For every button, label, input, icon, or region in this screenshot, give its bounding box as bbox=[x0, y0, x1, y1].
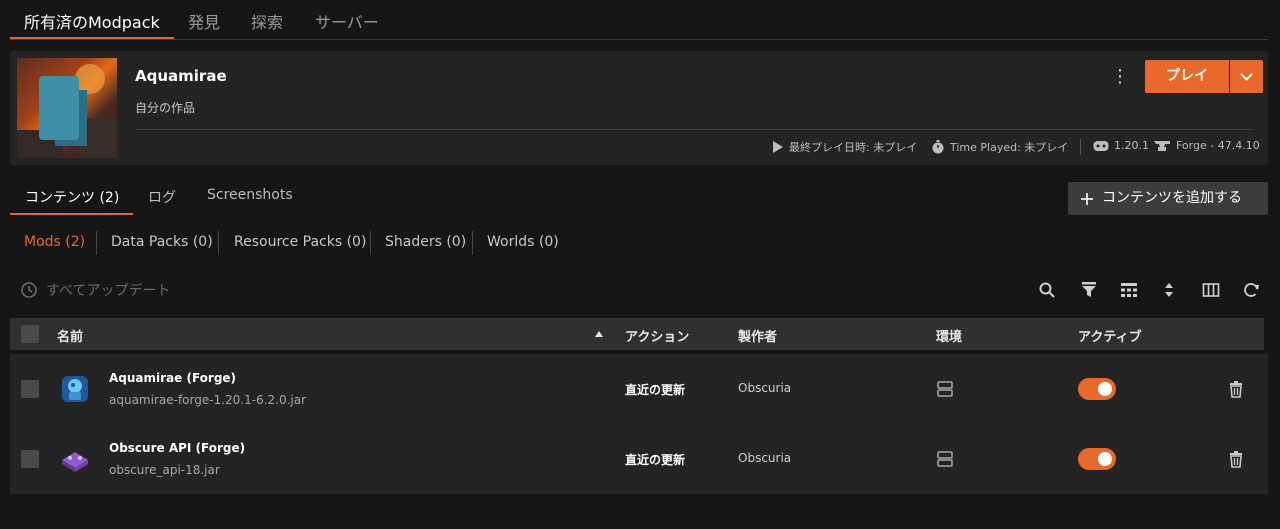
toggle-knob bbox=[1098, 382, 1112, 396]
mod-filename: aquamirae-forge-1.20.1-6.2.0.jar bbox=[109, 393, 307, 407]
row-checkbox[interactable] bbox=[21, 380, 39, 398]
filter-data-packs[interactable]: Data Packs (0) bbox=[111, 234, 213, 250]
trash-icon[interactable] bbox=[1227, 450, 1245, 468]
top-nav: 所有済のModpack 発見 探索 サーバー bbox=[10, 0, 1268, 40]
table-header: 名前 アクション 製作者 環境 アクティブ bbox=[10, 318, 1264, 350]
filter-separator bbox=[96, 231, 97, 255]
thumbnail-figure bbox=[39, 76, 79, 140]
column-env: 環境 bbox=[936, 330, 963, 345]
active-toggle[interactable] bbox=[1078, 378, 1116, 400]
time-played: Time Played: 未プレイ bbox=[931, 139, 1068, 155]
last-played: 最終プレイ日時: 未プレイ bbox=[772, 139, 917, 155]
tab-discover[interactable]: 発見 bbox=[188, 9, 220, 33]
select-all-checkbox[interactable] bbox=[21, 325, 39, 343]
history-icon bbox=[21, 282, 37, 298]
play-dropdown-button[interactable] bbox=[1230, 60, 1263, 93]
content-tab-underline bbox=[10, 213, 133, 215]
density-icon[interactable] bbox=[1120, 281, 1138, 299]
toggle-knob bbox=[1098, 452, 1112, 466]
mod-action[interactable]: 直近の更新 bbox=[625, 381, 685, 398]
loader-version: Forge - 47.4.10 bbox=[1153, 139, 1260, 152]
tab-explore[interactable]: 探索 bbox=[251, 9, 283, 33]
time-played-text: Time Played: 未プレイ bbox=[950, 141, 1069, 154]
modpack-header: Aquamirae 自分の作品 ⋮ プレイ 最終プレイ日時: 未プレイ Time… bbox=[10, 51, 1268, 165]
table-row[interactable]: Aquamirae (Forge) aquamirae-forge-1.20.1… bbox=[10, 354, 1268, 424]
search-icon[interactable] bbox=[1038, 281, 1056, 299]
loader-version-text: Forge - 47.4.10 bbox=[1176, 139, 1260, 152]
last-played-text: 最終プレイ日時: 未プレイ bbox=[789, 141, 918, 154]
tab-owned-modpacks[interactable]: 所有済のModpack bbox=[24, 9, 160, 33]
play-button[interactable]: プレイ bbox=[1145, 60, 1229, 93]
mod-name[interactable]: Obscure API (Forge) bbox=[109, 441, 245, 455]
add-content-button[interactable]: コンテンツを追加する bbox=[1068, 182, 1268, 215]
mod-author: Obscuria bbox=[738, 381, 792, 395]
sort-asc-icon[interactable] bbox=[595, 331, 603, 337]
column-author[interactable]: 製作者 bbox=[738, 326, 777, 345]
refresh-icon[interactable] bbox=[1242, 281, 1260, 299]
plus-icon bbox=[1081, 192, 1093, 205]
more-options-icon[interactable]: ⋮ bbox=[1110, 65, 1130, 89]
active-toggle[interactable] bbox=[1078, 448, 1116, 470]
thumbnail-fire bbox=[75, 64, 105, 94]
chevron-down-icon bbox=[1240, 73, 1253, 81]
tab-logs[interactable]: ログ bbox=[148, 187, 176, 207]
anvil-icon bbox=[1154, 140, 1170, 151]
tab-underline bbox=[10, 37, 174, 39]
tab-contents[interactable]: コンテンツ (2) bbox=[25, 187, 119, 207]
stopwatch-icon bbox=[932, 140, 944, 154]
column-active: アクティブ bbox=[1078, 330, 1142, 345]
sort-icon[interactable] bbox=[1160, 281, 1178, 299]
table-row[interactable]: Obscure API (Forge) obscure_api-18.jar 直… bbox=[10, 424, 1268, 494]
column-name[interactable]: 名前 bbox=[57, 326, 83, 345]
modpack-title: Aquamirae bbox=[135, 67, 227, 85]
trash-icon[interactable] bbox=[1227, 380, 1245, 398]
meta-separator bbox=[1080, 139, 1081, 155]
game-version: 1.20.1 bbox=[1093, 139, 1149, 152]
modpack-thumbnail bbox=[17, 58, 117, 158]
row-checkbox[interactable] bbox=[21, 450, 39, 468]
server-icon bbox=[937, 381, 953, 397]
mod-name[interactable]: Aquamirae (Forge) bbox=[109, 371, 236, 385]
add-content-label: コンテンツを追加する bbox=[1102, 190, 1242, 206]
filter-shaders[interactable]: Shaders (0) bbox=[385, 234, 466, 250]
update-all-button[interactable]: すべてアップデート bbox=[20, 280, 170, 300]
filter-worlds[interactable]: Worlds (0) bbox=[487, 234, 559, 250]
filter-separator bbox=[218, 231, 219, 255]
filter-mods[interactable]: Mods (2) bbox=[24, 234, 85, 250]
header-divider bbox=[135, 129, 1253, 130]
filter-separator bbox=[472, 231, 473, 255]
mod-action[interactable]: 直近の更新 bbox=[625, 451, 685, 468]
obscure-api-mod-icon bbox=[62, 452, 88, 472]
gamepad-icon bbox=[1093, 140, 1109, 151]
game-version-text: 1.20.1 bbox=[1114, 139, 1149, 152]
aquamirae-mod-icon bbox=[62, 376, 88, 402]
server-icon bbox=[937, 451, 953, 467]
modpack-subtitle: 自分の作品 bbox=[135, 101, 196, 115]
tab-screenshots[interactable]: Screenshots bbox=[207, 187, 293, 203]
mod-filename: obscure_api-18.jar bbox=[109, 463, 220, 477]
column-action: アクション bbox=[625, 330, 690, 345]
tab-servers[interactable]: サーバー bbox=[315, 9, 379, 33]
play-triangle-icon bbox=[773, 141, 783, 153]
filter-icon[interactable] bbox=[1080, 281, 1098, 299]
filter-resource-packs[interactable]: Resource Packs (0) bbox=[234, 234, 366, 250]
mod-author: Obscuria bbox=[738, 451, 792, 465]
filter-separator bbox=[370, 231, 371, 255]
columns-icon[interactable] bbox=[1202, 281, 1220, 299]
update-all-label: すべてアップデート bbox=[46, 283, 171, 299]
thumbnail-block bbox=[79, 118, 117, 158]
